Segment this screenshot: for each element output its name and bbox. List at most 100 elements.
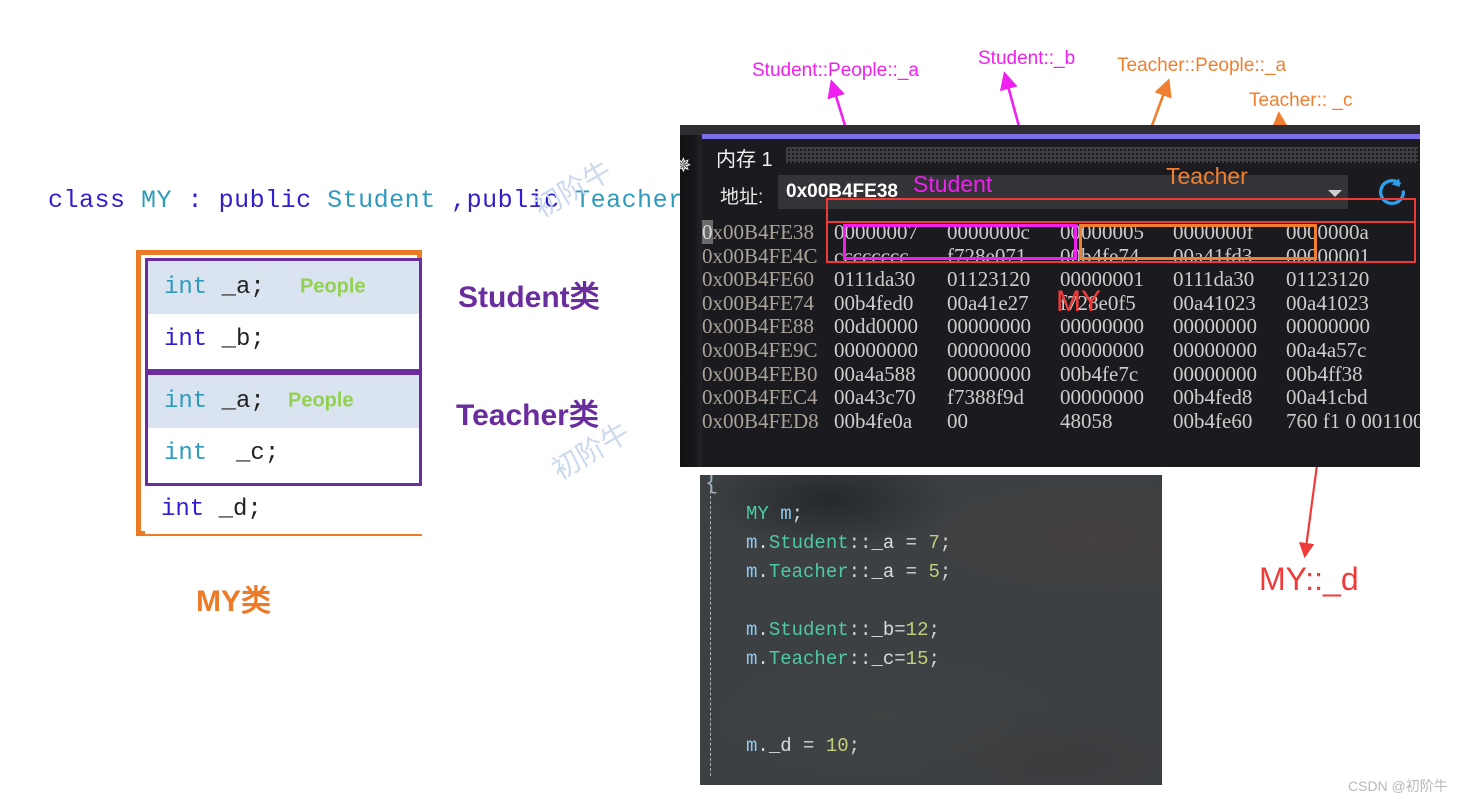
memory-cell: 0000000f (1173, 220, 1254, 244)
memory-cell: 00000000 (947, 337, 1031, 362)
code-token: _d (768, 735, 792, 757)
code-line: m.Teacher::_c=15; (746, 648, 940, 670)
code-line: m._d = 10; (746, 735, 860, 757)
annotation-teacher-people-a: Teacher::People::_a (1117, 55, 1287, 76)
memory-cell: 0111da30 (1173, 267, 1255, 292)
code-token: :: (848, 648, 872, 670)
code-line: m.Teacher::_a = 5; (746, 561, 951, 583)
memory-rows-container: 0x00B4FE38 00000007 0000000c 00000005 000000… (702, 220, 1420, 434)
memory-cell: 00000000 (1173, 314, 1257, 339)
memory-cell: 00a41e27 (947, 290, 1029, 315)
comma-separator: , (435, 186, 467, 215)
code-token: _b (871, 619, 895, 641)
code-token: _a (871, 561, 895, 583)
window-left-rail[interactable]: ✵ (680, 135, 702, 467)
memory-row-address: 0x00B4FE4C (702, 243, 818, 268)
people-tag: People (288, 388, 354, 411)
layout-row-my-d: int _d; (145, 486, 422, 534)
refresh-icon[interactable] (1375, 175, 1409, 209)
code-token: ; (939, 532, 952, 554)
memory-cell: 01123120 (1286, 267, 1370, 292)
memory-row[interactable]: 0x00B4FE38 00000007 0000000c 00000005 000000… (702, 220, 1420, 245)
memory-cell: 00a43c70 (834, 385, 916, 410)
memory-cell: 00b4fe0a (834, 408, 913, 433)
memory-cell: 00000007 (834, 220, 918, 244)
code-line: MY m; (746, 503, 803, 525)
people-tag: People (300, 274, 366, 297)
chevron-down-icon[interactable] (1328, 190, 1342, 197)
code-token: = (894, 648, 906, 670)
code-token: m (780, 503, 792, 525)
code-token: :: (848, 619, 872, 641)
memory-cell: 00a4a588 (834, 361, 916, 386)
memory-row-address: 0x00B4FE88 (702, 314, 815, 339)
class-name-my: MY (141, 186, 173, 215)
code-opening-brace: { (705, 475, 719, 496)
field-teacher-c: int _c; (164, 439, 280, 467)
code-token: _c (871, 648, 895, 670)
code-token: MY (746, 503, 781, 525)
window-accent-bar (702, 134, 1420, 139)
memory-cell: 00000000 (1286, 314, 1370, 339)
memory-row-address: 0x00B4FEC4 (702, 385, 818, 410)
memory-row-address: 0x00B4FE60 (702, 267, 815, 292)
code-token: _a (871, 532, 895, 554)
code-line: m.Student::_b=12; (746, 619, 940, 641)
memory-row[interactable]: 0x00B4FEC4 00a43c70 f7388f9d 00000000 00b4fe… (702, 386, 1420, 410)
teacher-subobject-box: int _a; People int _c; (145, 372, 422, 486)
memory-cell: 00000000 (1060, 337, 1144, 362)
colon-separator: : (172, 186, 219, 215)
memory-cell: 00000000 (1173, 361, 1257, 386)
code-token: :: (848, 561, 872, 583)
code-indent-guide (710, 491, 711, 776)
annotation-student-people-a: Student::People::_a (752, 60, 919, 81)
code-token: :: (848, 532, 872, 554)
memory-row[interactable]: 0x00B4FE4C cccccccc f728e071 00b4fe74 00a41f… (702, 243, 1420, 269)
memory-cell: 00a4a57c (1286, 337, 1367, 362)
memory-cell: 00b4fe74 (1060, 243, 1140, 268)
memory-row-address: 0x00B4FE9C (702, 337, 818, 362)
memory-row[interactable]: 0x00B4FEB0 00a4a588 00000000 00b4fe7c 000000… (702, 361, 1420, 387)
code-token: . (757, 561, 769, 583)
memory-window-title: 内存 1 (716, 149, 773, 171)
code-token: . (757, 532, 769, 554)
address-input[interactable] (778, 175, 1348, 209)
memory-cell: 00b4fe60 (1173, 408, 1253, 433)
memory-row-address: 0x00B4FE38 (702, 220, 815, 244)
code-token: m (746, 619, 758, 641)
code-token: = (894, 619, 906, 641)
field-student-b: int _b; (164, 325, 265, 353)
label-my-class: MY类 (196, 585, 271, 618)
field-my-d: int _d; (161, 495, 262, 523)
annotation-my-d: MY::_d (1259, 561, 1359, 597)
code-token: Student (768, 532, 849, 554)
memory-row-address: 0x00B4FED8 (702, 408, 819, 433)
memory-row[interactable]: 0x00B4FED8 00b4fe0a 00 48058 00b4fe60 760 f1 … (702, 408, 1420, 434)
code-token: 12 (905, 619, 929, 641)
code-token: ; (928, 619, 940, 641)
code-token: ; (928, 648, 940, 670)
annotation-student-b: Student::_b (978, 48, 1076, 69)
memory-cell: 0111da30 (834, 267, 916, 292)
highlight-my-top-line (826, 198, 1416, 200)
code-editor-panel[interactable]: { MY m; m.Student::_a = 7; m.Teacher::_a =… (700, 475, 1162, 785)
code-token: m (746, 532, 758, 554)
address-label: 地址: (720, 187, 764, 208)
window-drag-grip[interactable] (786, 147, 1418, 163)
code-line: m.Student::_a = 7; (746, 532, 951, 554)
keyword-class: class (48, 186, 126, 215)
memory-cell: 00a41fd3 (1173, 243, 1253, 268)
memory-row[interactable]: 0x00B4FE9C 00000000 00000000 00000000 000000… (702, 337, 1420, 363)
code-token: . (757, 648, 769, 670)
memory-cell: 0000000a (1286, 220, 1369, 244)
memory-label-teacher: Teacher (1166, 163, 1248, 189)
memory-cell: cccccccc (834, 243, 909, 268)
memory-window: ✵ 内存 1 地址: 0x00B4FE38000000070000000c000… (680, 125, 1420, 467)
gear-icon[interactable]: ✵ (680, 153, 692, 178)
memory-cell: 00000000 (1060, 385, 1144, 410)
code-token: = (894, 561, 929, 583)
base-class-student: Student (327, 186, 436, 215)
my-object-layout-box: int _a; People int _b; int _a; People in… (136, 250, 422, 536)
memory-row-address: 0x00B4FEB0 (702, 361, 818, 386)
memory-cell: 00dd0000 (834, 314, 918, 339)
